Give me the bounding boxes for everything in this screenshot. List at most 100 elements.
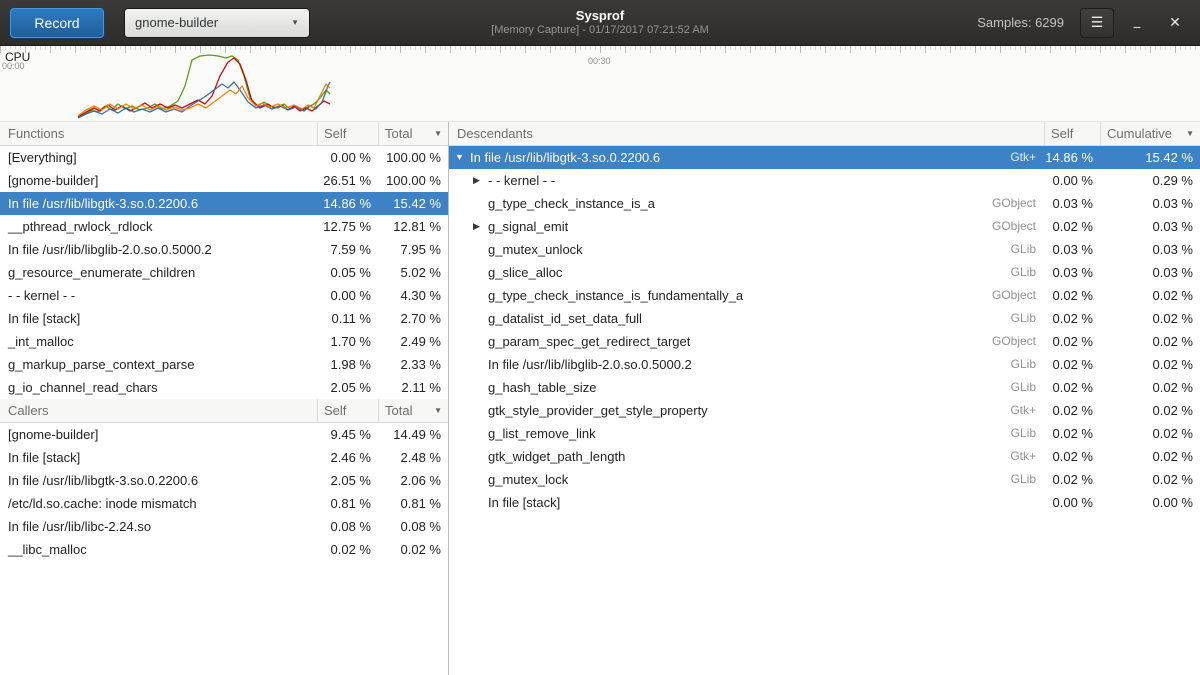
total-percent: 100.00 % xyxy=(378,169,448,192)
function-name: [gnome-builder] xyxy=(0,169,317,192)
tree-row[interactable]: g_type_check_instance_is_fundamentally_a… xyxy=(449,284,1200,307)
process-selector-dropdown[interactable]: gnome-builder ▼ xyxy=(124,8,310,38)
total-percent: 0.02 % xyxy=(378,538,448,561)
self-percent: 1.70 % xyxy=(317,330,378,353)
self-percent: 7.59 % xyxy=(317,238,378,261)
function-name: __libc_malloc xyxy=(0,538,317,561)
tree-row[interactable]: g_datalist_id_set_data_fullGLib0.02 %0.0… xyxy=(449,307,1200,330)
expander-icon[interactable]: ▼ xyxy=(455,146,470,169)
column-header-self[interactable]: Self xyxy=(1044,122,1100,145)
total-percent: 2.06 % xyxy=(378,469,448,492)
self-percent: 2.05 % xyxy=(317,376,378,399)
function-name: g_type_check_instance_is_a xyxy=(488,192,655,215)
table-row[interactable]: In file /usr/lib/libgtk-3.so.0.2200.614.… xyxy=(0,192,448,215)
tree-row[interactable]: gtk_style_provider_get_style_propertyGtk… xyxy=(449,399,1200,422)
column-header-self[interactable]: Self xyxy=(317,399,378,422)
column-header-callers[interactable]: Callers xyxy=(0,399,317,422)
left-pane: Functions Self Total▼ [Everything]0.00 %… xyxy=(0,122,449,675)
table-row[interactable]: g_io_channel_read_chars2.05 %2.11 % xyxy=(0,376,448,399)
table-row[interactable]: In file [stack]2.46 %2.48 % xyxy=(0,446,448,469)
tree-row[interactable]: gtk_widget_path_lengthGtk+0.02 %0.02 % xyxy=(449,445,1200,468)
cpu-series-cpu2 xyxy=(78,82,330,118)
tree-row[interactable]: ▶- - kernel - -0.00 %0.29 % xyxy=(449,169,1200,192)
tree-row[interactable]: g_mutex_unlockGLib0.03 %0.03 % xyxy=(449,238,1200,261)
function-name: In file /usr/lib/libgtk-3.so.0.2200.6 xyxy=(0,469,317,492)
tree-row[interactable]: In file [stack]0.00 %0.00 % xyxy=(449,491,1200,514)
function-name: g_io_channel_read_chars xyxy=(0,376,317,399)
table-row[interactable]: [gnome-builder]26.51 %100.00 % xyxy=(0,169,448,192)
sysprof-window: Record gnome-builder ▼ Sysprof [Memory C… xyxy=(0,0,1200,675)
main-content: Functions Self Total▼ [Everything]0.00 %… xyxy=(0,122,1200,675)
total-percent: 0.81 % xyxy=(378,492,448,515)
cumulative-percent: 0.03 % xyxy=(1100,238,1200,261)
self-percent: 0.05 % xyxy=(317,261,378,284)
function-name: In file [stack] xyxy=(0,446,317,469)
self-percent: 0.02 % xyxy=(1044,422,1100,445)
self-percent: 0.00 % xyxy=(1044,169,1100,192)
column-header-descendants[interactable]: Descendants xyxy=(449,122,1044,145)
table-row[interactable]: __libc_malloc0.02 %0.02 % xyxy=(0,538,448,561)
time-tick-mid: 00:30 xyxy=(588,56,611,66)
capture-subtitle: [Memory Capture] - 01/17/2017 07:21:52 A… xyxy=(491,24,709,38)
cumulative-percent: 0.00 % xyxy=(1100,491,1200,514)
functions-header: Functions Self Total▼ xyxy=(0,122,448,146)
cpu-timeline[interactable]: CPU 00:00 00:30 xyxy=(0,46,1200,122)
tree-row[interactable]: ▼In file /usr/lib/libgtk-3.so.0.2200.6Gt… xyxy=(449,146,1200,169)
self-percent: 0.00 % xyxy=(317,284,378,307)
table-row[interactable]: g_markup_parse_context_parse1.98 %2.33 % xyxy=(0,353,448,376)
record-button[interactable]: Record xyxy=(10,8,104,38)
library-tag: GLib xyxy=(1011,376,1044,399)
function-name: In file [stack] xyxy=(488,491,560,514)
column-label: Self xyxy=(324,399,346,422)
self-percent: 0.11 % xyxy=(317,307,378,330)
tree-row[interactable]: g_hash_table_sizeGLib0.02 %0.02 % xyxy=(449,376,1200,399)
library-tag: GLib xyxy=(1011,307,1044,330)
menu-button[interactable]: ☰ xyxy=(1080,8,1114,38)
tree-row[interactable]: g_list_remove_linkGLib0.02 %0.02 % xyxy=(449,422,1200,445)
close-button[interactable]: ✕ xyxy=(1160,8,1190,38)
time-tick-start: 00:00 xyxy=(2,61,25,71)
table-row[interactable]: /etc/ld.so.cache: inode mismatch0.81 %0.… xyxy=(0,492,448,515)
tree-row[interactable]: g_type_check_instance_is_aGObject0.03 %0… xyxy=(449,192,1200,215)
column-header-total[interactable]: Total▼ xyxy=(378,122,448,145)
tree-row[interactable]: ▶g_signal_emitGObject0.02 %0.03 % xyxy=(449,215,1200,238)
table-row[interactable]: __pthread_rwlock_rdlock12.75 %12.81 % xyxy=(0,215,448,238)
table-row[interactable]: In file /usr/lib/libglib-2.0.so.0.5000.2… xyxy=(0,238,448,261)
self-percent: 0.02 % xyxy=(1044,376,1100,399)
self-percent: 0.00 % xyxy=(317,146,378,169)
header-bar: Record gnome-builder ▼ Sysprof [Memory C… xyxy=(0,0,1200,46)
table-row[interactable]: _int_malloc1.70 %2.49 % xyxy=(0,330,448,353)
functions-body: [Everything]0.00 %100.00 %[gnome-builder… xyxy=(0,146,448,399)
tree-row[interactable]: In file /usr/lib/libglib-2.0.so.0.5000.2… xyxy=(449,353,1200,376)
column-label: Self xyxy=(1051,122,1073,145)
table-row[interactable]: [gnome-builder]9.45 %14.49 % xyxy=(0,423,448,446)
function-name: g_hash_table_size xyxy=(488,376,596,399)
table-row[interactable]: In file [stack]0.11 %2.70 % xyxy=(0,307,448,330)
expander-icon[interactable]: ▶ xyxy=(473,169,488,192)
tree-row[interactable]: g_param_spec_get_redirect_targetGObject0… xyxy=(449,330,1200,353)
table-row[interactable]: In file /usr/lib/libc-2.24.so0.08 %0.08 … xyxy=(0,515,448,538)
cumulative-percent: 0.02 % xyxy=(1100,376,1200,399)
column-label: Total xyxy=(385,399,412,422)
table-row[interactable]: g_resource_enumerate_children0.05 %5.02 … xyxy=(0,261,448,284)
column-header-functions[interactable]: Functions xyxy=(0,122,317,145)
tree-row[interactable]: g_mutex_lockGLib0.02 %0.02 % xyxy=(449,468,1200,491)
self-percent: 0.02 % xyxy=(1044,399,1100,422)
column-header-cumulative[interactable]: Cumulative▼ xyxy=(1100,122,1200,145)
cumulative-percent: 0.02 % xyxy=(1100,399,1200,422)
column-header-self[interactable]: Self xyxy=(317,122,378,145)
self-percent: 12.75 % xyxy=(317,215,378,238)
column-header-total[interactable]: Total▼ xyxy=(378,399,448,422)
table-row[interactable]: - - kernel - -0.00 %4.30 % xyxy=(0,284,448,307)
table-row[interactable]: [Everything]0.00 %100.00 % xyxy=(0,146,448,169)
self-percent: 14.86 % xyxy=(317,192,378,215)
tree-row[interactable]: g_slice_allocGLib0.03 %0.03 % xyxy=(449,261,1200,284)
expander-icon[interactable]: ▶ xyxy=(473,215,488,238)
function-name: In file /usr/lib/libc-2.24.so xyxy=(0,515,317,538)
minimize-button[interactable]: − xyxy=(1122,8,1152,38)
total-percent: 2.33 % xyxy=(378,353,448,376)
function-name: g_markup_parse_context_parse xyxy=(0,353,317,376)
self-percent: 0.02 % xyxy=(1044,284,1100,307)
table-row[interactable]: In file /usr/lib/libgtk-3.so.0.2200.6 2.0… xyxy=(0,469,448,492)
self-percent: 0.02 % xyxy=(1044,307,1100,330)
